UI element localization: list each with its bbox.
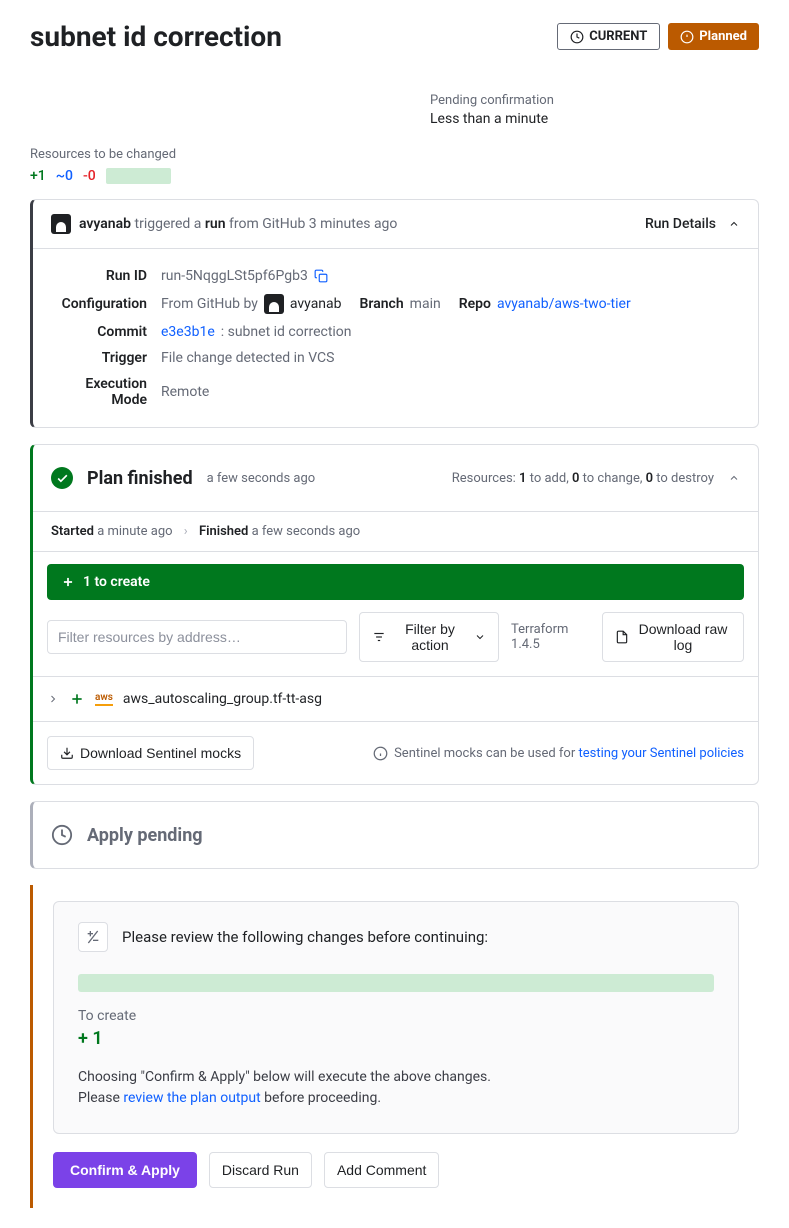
- review-box: Please review the following changes befo…: [53, 901, 739, 1134]
- sentinel-docs-link[interactable]: testing your Sentinel policies: [578, 746, 744, 761]
- filter-by-action-button[interactable]: Filter by action: [359, 612, 499, 662]
- exec-mode-value: Remote: [161, 384, 209, 400]
- add-comment-button[interactable]: Add Comment: [324, 1152, 439, 1188]
- page-title: subnet id correction: [30, 20, 282, 53]
- commit-label: Commit: [51, 324, 161, 340]
- create-summary-bar[interactable]: 1 to create: [47, 564, 744, 600]
- run-details-card: avyanab triggered a run from GitHub 3 mi…: [30, 199, 759, 428]
- config-user: avyanab: [290, 296, 342, 312]
- count-destroy: -0: [83, 168, 96, 184]
- apply-card: Apply pending: [30, 801, 759, 869]
- count-add: +1: [30, 168, 46, 184]
- run-details-label: Run Details: [645, 216, 716, 232]
- alert-circle-icon: [680, 30, 694, 44]
- info-icon: [373, 746, 388, 761]
- to-create-label: To create: [78, 1008, 714, 1024]
- vcs-trigger-value: File change detected in VCS: [161, 350, 334, 366]
- run-id-label: Run ID: [51, 268, 161, 284]
- check-circle-icon: [51, 467, 73, 489]
- terraform-version: Terraform 1.4.5: [511, 622, 590, 652]
- vcs-trigger-label: Trigger: [51, 350, 161, 366]
- run-details-toggle[interactable]: Run Details: [645, 216, 740, 232]
- branch-label: Branch: [360, 296, 404, 312]
- filter-icon: [372, 630, 386, 644]
- plan-card: Plan finished a few seconds ago Resource…: [30, 444, 759, 785]
- exec-mode-label: Execution Mode: [51, 376, 161, 408]
- download-icon: [60, 746, 74, 760]
- pending-label: Pending confirmation: [430, 93, 759, 108]
- sentinel-info: Sentinel mocks can be used for testing y…: [373, 746, 744, 761]
- create-bar-label: 1 to create: [83, 574, 150, 590]
- run-trigger-summary: avyanab triggered a run from GitHub 3 mi…: [51, 214, 397, 234]
- commit-message: : subnet id correction: [221, 324, 352, 340]
- repo-label: Repo: [459, 296, 491, 312]
- plus-icon: [61, 575, 75, 589]
- avatar: [264, 294, 284, 314]
- file-icon: [615, 630, 629, 644]
- plan-time: a few seconds ago: [207, 471, 316, 486]
- trigger-user: avyanab: [79, 216, 131, 232]
- plan-resources-summary: Resources: 1 to add, 0 to change, 0 to d…: [452, 471, 740, 486]
- clock-icon: [570, 30, 584, 44]
- plus-minus-icon: [78, 922, 108, 952]
- confirm-section: Please review the following changes befo…: [30, 885, 759, 1208]
- discard-run-button[interactable]: Discard Run: [209, 1152, 312, 1188]
- resource-name: aws_autoscaling_group.tf-tt-asg: [123, 691, 322, 707]
- plan-timeline: Started a minute ago › Finished a few se…: [33, 511, 758, 552]
- current-badge: CURRENT: [557, 23, 660, 50]
- filter-input[interactable]: [47, 620, 347, 654]
- pending-info: Pending confirmation Less than a minute: [430, 93, 759, 127]
- confirm-apply-button[interactable]: Confirm & Apply: [53, 1152, 197, 1188]
- to-create-count: + 1: [78, 1028, 714, 1049]
- chevron-right-icon: [47, 693, 59, 705]
- chevron-up-icon[interactable]: [728, 472, 740, 484]
- download-log-button[interactable]: Download raw log: [602, 612, 744, 662]
- resources-summary-label: Resources to be changed: [30, 147, 759, 162]
- run-id-value: run-5NqggLSt5pf6Pgb3: [161, 268, 308, 284]
- provider-badge: aws: [95, 692, 113, 706]
- clock-icon: [51, 824, 73, 846]
- resource-row[interactable]: aws aws_autoscaling_group.tf-tt-asg: [33, 677, 758, 722]
- branch-value: main: [410, 296, 441, 312]
- avatar: [51, 214, 71, 234]
- current-badge-label: CURRENT: [589, 29, 647, 44]
- copy-icon[interactable]: [314, 269, 328, 283]
- pending-time: Less than a minute: [430, 111, 759, 127]
- review-title: Please review the following changes befo…: [122, 928, 488, 946]
- chevron-up-icon: [728, 218, 740, 230]
- chevron-down-icon: [474, 631, 486, 643]
- plan-title: Plan finished: [87, 468, 193, 489]
- summary-bar: [106, 168, 171, 184]
- download-sentinel-mocks-button[interactable]: Download Sentinel mocks: [47, 736, 254, 770]
- status-badges: CURRENT Planned: [557, 23, 759, 50]
- plus-icon: [69, 691, 85, 707]
- review-plan-link[interactable]: review the plan output: [123, 1090, 260, 1106]
- commit-hash-link[interactable]: e3e3b1e: [161, 324, 215, 340]
- count-change: ~0: [56, 168, 73, 184]
- apply-title: Apply pending: [87, 825, 203, 846]
- review-progress-bar: [78, 974, 714, 992]
- review-text: Choosing "Confirm & Apply" below will ex…: [78, 1067, 714, 1109]
- config-label: Configuration: [51, 296, 161, 312]
- resources-summary: Resources to be changed +1 ~0 -0: [30, 147, 759, 184]
- repo-link[interactable]: avyanab/aws-two-tier: [497, 296, 631, 312]
- planned-badge: Planned: [668, 23, 759, 50]
- config-from: From GitHub by: [161, 296, 258, 312]
- planned-badge-label: Planned: [699, 29, 747, 44]
